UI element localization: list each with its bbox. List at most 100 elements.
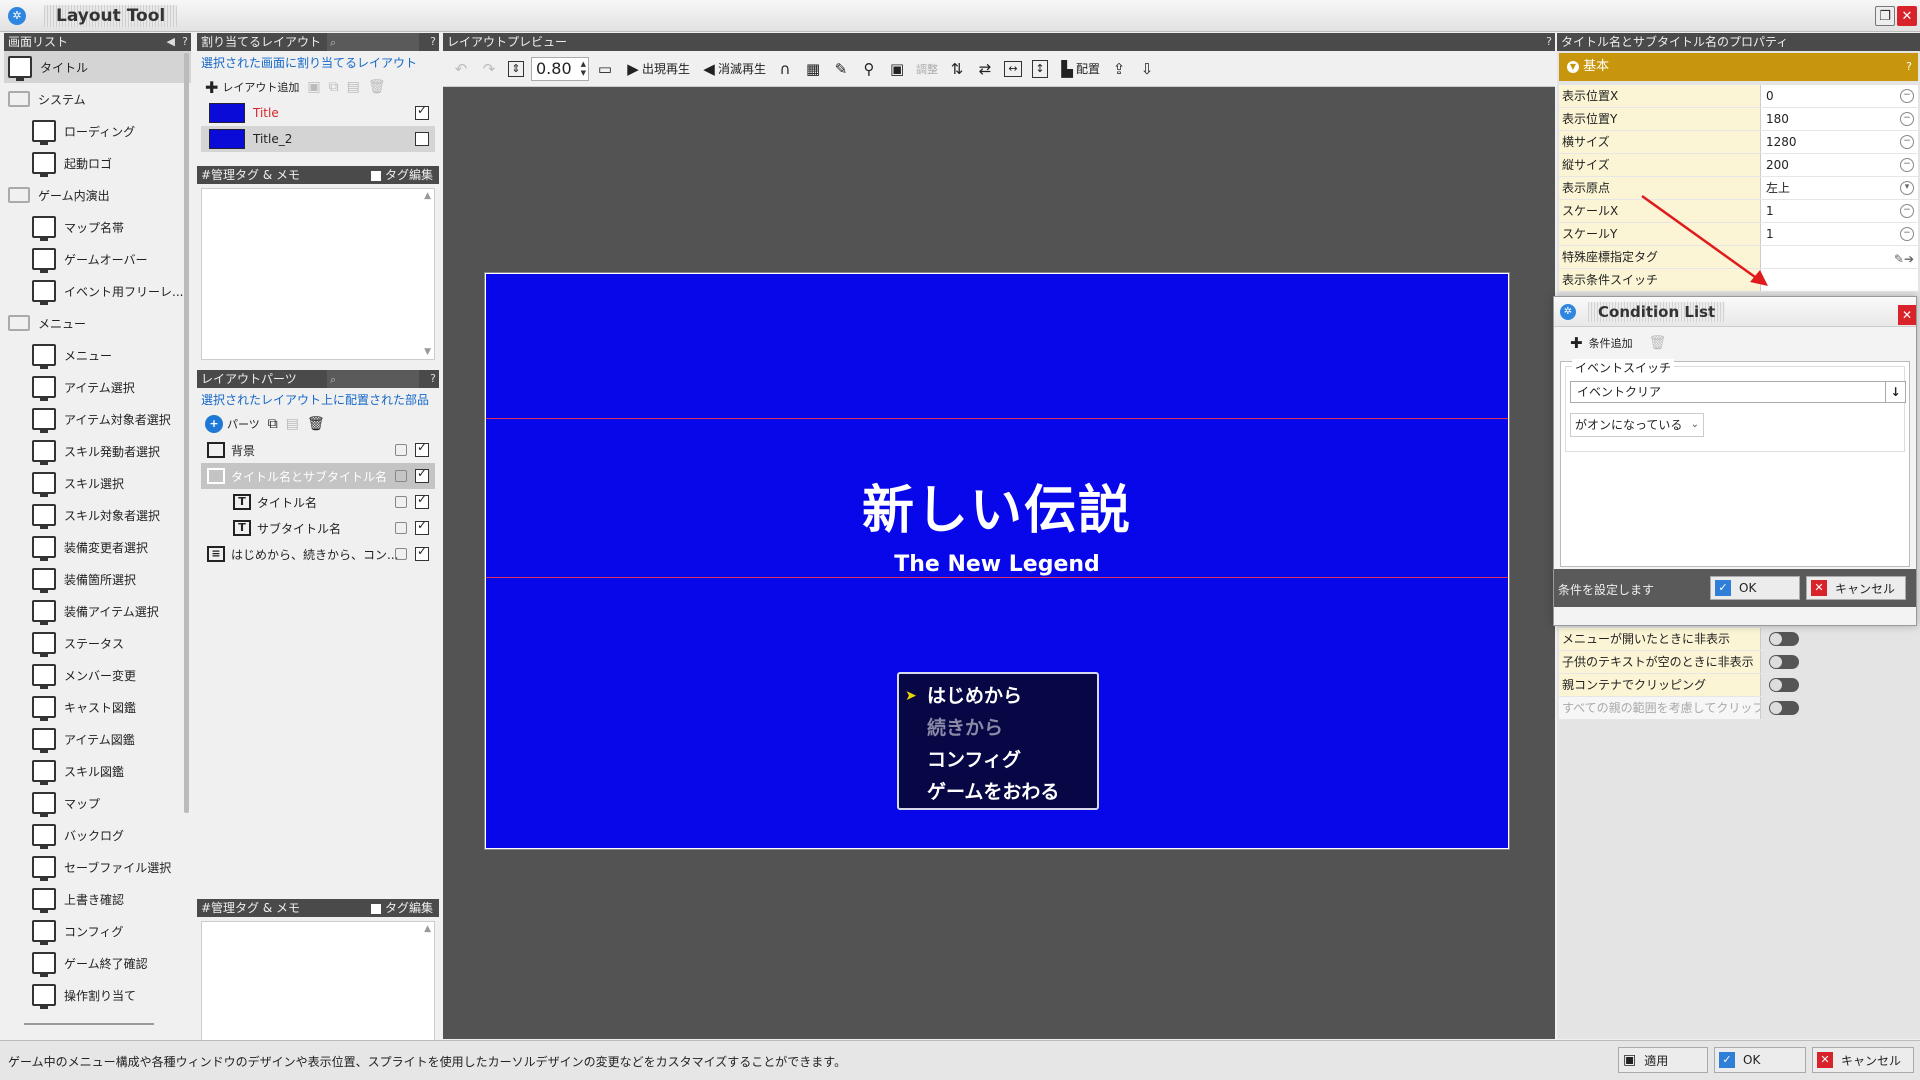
- property-value[interactable]: 左上 ▾: [1761, 177, 1918, 199]
- restore-icon[interactable]: ❐: [1875, 6, 1895, 26]
- tags-top-memo[interactable]: ▲ ▼: [201, 188, 435, 360]
- redo-icon[interactable]: ↷: [477, 55, 501, 83]
- screen-list-item[interactable]: マップ: [4, 787, 191, 819]
- lock-icon[interactable]: [395, 496, 407, 508]
- screen-list-item[interactable]: ローディング: [4, 115, 191, 147]
- part-item[interactable]: T タイトル名: [201, 489, 435, 515]
- help-icon[interactable]: ?: [1546, 33, 1552, 51]
- paste-icon[interactable]: ▤: [282, 412, 303, 436]
- close-icon[interactable]: ✕: [1898, 305, 1916, 325]
- toggle-switch[interactable]: [1769, 678, 1799, 692]
- toggle-switch[interactable]: [1769, 632, 1799, 646]
- screen-list-item[interactable]: アイテム対象者選択: [4, 403, 191, 435]
- screen-list-item[interactable]: 装備変更者選択: [4, 531, 191, 563]
- swap-horizontal-icon[interactable]: ⇄: [973, 55, 997, 83]
- screen-list-item[interactable]: スキル対象者選択: [4, 499, 191, 531]
- help-icon[interactable]: ?: [182, 33, 188, 51]
- lock-icon[interactable]: [395, 522, 407, 534]
- part-visible-checkbox[interactable]: [415, 440, 429, 457]
- screen-list-item[interactable]: スキル選択: [4, 467, 191, 499]
- layout-checkbox[interactable]: [415, 103, 429, 120]
- screen-list-item[interactable]: アイテム選択: [4, 371, 191, 403]
- layout-item[interactable]: Title: [201, 100, 435, 126]
- add-condition-button[interactable]: ✚ 条件追加: [1566, 331, 1637, 355]
- play-appear-button[interactable]: ▶ 出現再生: [621, 55, 693, 83]
- toggle-switch[interactable]: [1769, 701, 1799, 715]
- screen-list-item[interactable]: 上書き確認: [4, 883, 191, 915]
- title-menu-item[interactable]: ゲームをおわる: [899, 776, 1097, 808]
- screen-list-item[interactable]: ゲーム終了確認: [4, 947, 191, 979]
- ok-button[interactable]: ✓ OK: [1714, 1047, 1806, 1073]
- reset-icon[interactable]: −: [1900, 135, 1914, 149]
- property-row[interactable]: 縦サイズ 200−: [1559, 154, 1918, 177]
- screen-list-item[interactable]: セーブファイル選択: [4, 851, 191, 883]
- reset-icon[interactable]: −: [1900, 112, 1914, 126]
- screen-list-item[interactable]: 起動ロゴ: [4, 147, 191, 179]
- eyedropper-icon[interactable]: ✎: [829, 55, 853, 83]
- trash-icon[interactable]: 🗑: [303, 412, 329, 436]
- help-icon[interactable]: ?: [430, 370, 436, 388]
- cancel-button[interactable]: ✕ キャンセル: [1812, 1047, 1914, 1073]
- parts-search-input[interactable]: ⌕: [327, 370, 419, 388]
- reset-icon[interactable]: −: [1900, 227, 1914, 241]
- part-visible-checkbox[interactable]: [415, 466, 429, 483]
- toggle-row[interactable]: 親コンテナでクリッピング: [1559, 674, 1918, 697]
- magnet-icon[interactable]: ∩: [773, 55, 797, 83]
- lock-icon[interactable]: [395, 444, 407, 456]
- screen-list-item[interactable]: タイトル: [4, 51, 191, 83]
- dropdown-icon[interactable]: ▾: [1900, 181, 1914, 195]
- property-value[interactable]: 200−: [1761, 154, 1918, 176]
- property-value[interactable]: ✎➔: [1761, 246, 1918, 268]
- lock-icon[interactable]: [395, 470, 407, 482]
- screen-list-item[interactable]: マップ名帯: [4, 211, 191, 243]
- apply-button[interactable]: ▣ 適用: [1618, 1047, 1708, 1073]
- screen-list-hscroll[interactable]: [24, 1023, 154, 1025]
- layouts-search-input[interactable]: ⌕: [327, 33, 419, 51]
- undo-icon[interactable]: ↶: [449, 55, 473, 83]
- reset-icon[interactable]: −: [1900, 89, 1914, 103]
- add-layout-button[interactable]: ✚ レイアウト追加: [201, 75, 303, 99]
- property-value[interactable]: 180−: [1761, 108, 1918, 130]
- paste-icon[interactable]: ▤: [343, 75, 364, 99]
- export-icon[interactable]: ⇪: [1107, 55, 1131, 83]
- toggle-row[interactable]: 子供のテキストが空のときに非表示: [1559, 651, 1918, 674]
- screen-list-item[interactable]: アイテム図鑑: [4, 723, 191, 755]
- zoom-input[interactable]: 0.80 ▲ ▼: [531, 56, 589, 81]
- reset-icon[interactable]: −: [1900, 158, 1914, 172]
- screen-list-item[interactable]: スキル発動者選択: [4, 435, 191, 467]
- switch-select[interactable]: イベントクリア ↓: [1570, 381, 1906, 403]
- scroll-up-icon[interactable]: ▲: [424, 191, 431, 201]
- part-item[interactable]: 背景: [201, 437, 435, 463]
- dialog-cancel-button[interactable]: ✕ キャンセル: [1806, 576, 1906, 600]
- anchor-icon[interactable]: ⚲: [857, 55, 881, 83]
- section-basic-header[interactable]: ▼ 基本 ?: [1559, 53, 1918, 81]
- property-row[interactable]: 表示位置X 0−: [1559, 85, 1918, 108]
- dialog-ok-button[interactable]: ✓ OK: [1710, 576, 1800, 600]
- screen-list-item[interactable]: キャスト図鑑: [4, 691, 191, 723]
- property-value[interactable]: 1−: [1761, 223, 1918, 245]
- condition-item[interactable]: イベントスイッチ イベントクリア ↓ がオンになっている ⌄: [1565, 359, 1906, 452]
- edit-link-icon[interactable]: ✎➔: [1894, 248, 1914, 271]
- trash-icon[interactable]: 🗑: [364, 75, 390, 99]
- screen-list-item[interactable]: メンバー変更: [4, 659, 191, 691]
- grid-icon[interactable]: ▦: [801, 55, 825, 83]
- screen-list-item[interactable]: バックログ: [4, 819, 191, 851]
- part-item[interactable]: タイトル名とサブタイトル名: [201, 463, 435, 489]
- tag-edit-toggle[interactable]: タグ編集: [371, 899, 433, 917]
- title-menu-item[interactable]: コンフィグ: [899, 744, 1097, 776]
- toggle-switch[interactable]: [1769, 655, 1799, 669]
- part-item[interactable]: T サブタイトル名: [201, 515, 435, 541]
- zoom-spinner-icon[interactable]: ▲ ▼: [581, 60, 586, 78]
- scroll-down-icon[interactable]: ▼: [424, 347, 431, 357]
- screen-list-item[interactable]: メニュー: [4, 339, 191, 371]
- part-visible-checkbox[interactable]: [415, 518, 429, 535]
- screen-list-item[interactable]: イベント用フリーレ...: [4, 275, 191, 307]
- screen-list-item[interactable]: ステータス: [4, 627, 191, 659]
- part-visible-checkbox[interactable]: [415, 492, 429, 509]
- screen-list-item[interactable]: 操作割り当て: [4, 979, 191, 1011]
- import-icon[interactable]: ⇩: [1135, 55, 1159, 83]
- fit-vertical-icon[interactable]: ↕: [1029, 55, 1051, 83]
- screen-list-item[interactable]: 装備箇所選択: [4, 563, 191, 595]
- close-icon[interactable]: ✕: [1897, 6, 1917, 26]
- property-value[interactable]: 1−: [1761, 200, 1918, 222]
